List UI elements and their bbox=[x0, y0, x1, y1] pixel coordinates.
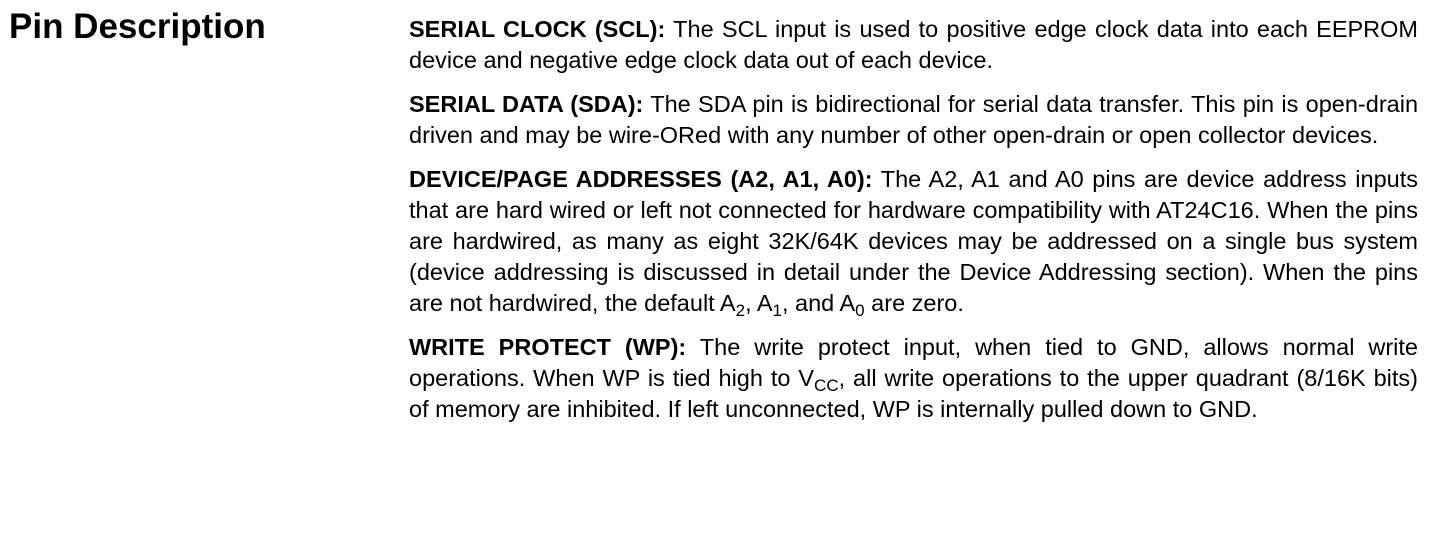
pin-address-name: DEVICE/PAGE ADDRESSES (A2, A1, A0): bbox=[409, 166, 873, 192]
subscript-a2: 2 bbox=[735, 301, 746, 320]
pin-address-text-3: , and A bbox=[781, 290, 856, 316]
section-title: Pin Description bbox=[9, 7, 266, 46]
subscript-a0: 0 bbox=[855, 301, 865, 320]
pin-address-description: DEVICE/PAGE ADDRESSES (A2, A1, A0): The … bbox=[409, 164, 1418, 319]
pin-description-body: SERIAL CLOCK (SCL): The SCL input is use… bbox=[409, 14, 1418, 438]
pin-scl-name: SERIAL CLOCK (SCL): bbox=[409, 16, 666, 42]
subscript-cc: CC bbox=[814, 376, 839, 395]
pin-sda-name: SERIAL DATA (SDA): bbox=[409, 91, 644, 117]
pin-address-text-4: are zero. bbox=[864, 290, 964, 316]
pin-address-text-2: , A bbox=[745, 290, 773, 316]
pin-sda-description: SERIAL DATA (SDA): The SDA pin is bidire… bbox=[409, 89, 1418, 151]
subscript-a1: 1 bbox=[772, 301, 782, 320]
pin-wp-name: WRITE PROTECT (WP): bbox=[409, 334, 687, 360]
pin-scl-description: SERIAL CLOCK (SCL): The SCL input is use… bbox=[409, 14, 1418, 76]
pin-wp-description: WRITE PROTECT (WP): The write protect in… bbox=[409, 332, 1418, 425]
